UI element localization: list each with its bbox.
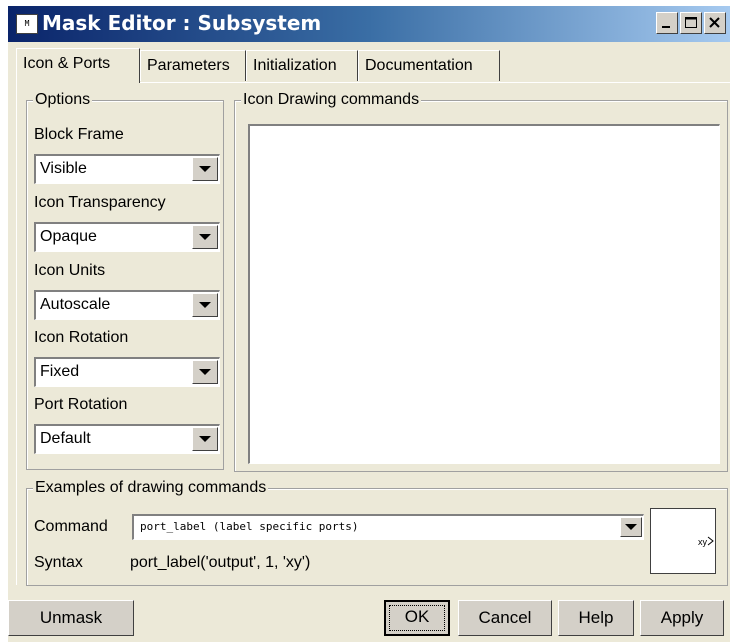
chevron-down-icon [199, 234, 211, 240]
cancel-button[interactable]: Cancel [458, 600, 552, 636]
examples-legend: Examples of drawing commands [33, 479, 269, 497]
tab-documentation[interactable]: Documentation [358, 50, 500, 81]
unmask-button[interactable]: Unmask [8, 600, 134, 636]
icon-units-label: Icon Units [34, 262, 106, 279]
help-button[interactable]: Help [558, 600, 634, 636]
command-select[interactable]: port_label (label specific ports) [132, 514, 644, 540]
icon-units-select[interactable]: Autoscale [34, 290, 220, 320]
chevron-down-icon [199, 302, 211, 308]
ok-button[interactable]: OK [384, 600, 450, 636]
close-button[interactable] [704, 12, 726, 34]
icon-drawing-commands-textarea[interactable] [248, 124, 720, 464]
chevron-down-icon [199, 166, 211, 172]
window-title: Mask Editor : Subsystem [42, 11, 322, 35]
icon-units-dropdown-button[interactable] [192, 293, 218, 317]
maximize-icon [685, 17, 697, 28]
preview-port-label: xy [698, 537, 707, 547]
icon-rotation-value: Fixed [40, 363, 80, 380]
syntax-label: Syntax [34, 554, 83, 571]
port-arrow-icon [707, 536, 714, 546]
mask-editor-window: M Mask Editor : Subsystem Icon & Ports P… [8, 6, 730, 642]
block-frame-dropdown-button[interactable] [192, 157, 218, 181]
icon-units-value: Autoscale [40, 296, 111, 313]
tab-parameters[interactable]: Parameters [140, 50, 246, 81]
close-icon [709, 17, 720, 28]
port-rotation-select[interactable]: Default [34, 424, 220, 454]
icon-drawing-legend: Icon Drawing commands [241, 91, 422, 109]
block-frame-value: Visible [40, 160, 87, 177]
minimize-button[interactable] [656, 12, 678, 34]
chevron-down-icon [199, 369, 211, 375]
app-icon: M [16, 14, 38, 34]
example-preview: xy [650, 508, 716, 574]
port-rotation-dropdown-button[interactable] [192, 427, 218, 451]
options-legend: Options [33, 91, 93, 109]
port-rotation-label: Port Rotation [34, 396, 128, 413]
maximize-button[interactable] [680, 12, 702, 34]
minimize-icon [662, 26, 670, 28]
syntax-value: port_label('output', 1, 'xy') [130, 554, 311, 571]
icon-rotation-select[interactable]: Fixed [34, 357, 220, 387]
icon-transparency-value: Opaque [40, 228, 97, 245]
command-label: Command [34, 518, 108, 535]
chevron-down-icon [199, 436, 211, 442]
title-bar[interactable]: M Mask Editor : Subsystem [8, 6, 730, 42]
icon-transparency-label: Icon Transparency [34, 194, 166, 211]
tab-icon-ports[interactable]: Icon & Ports [16, 48, 140, 83]
tab-initialization[interactable]: Initialization [246, 50, 358, 81]
command-value: port_label (label specific ports) [140, 520, 359, 533]
icon-transparency-dropdown-button[interactable] [192, 225, 218, 249]
icon-rotation-label: Icon Rotation [34, 329, 129, 346]
focus-rectangle [389, 605, 445, 631]
port-rotation-value: Default [40, 430, 91, 447]
chevron-down-icon [625, 524, 637, 530]
apply-button[interactable]: Apply [640, 600, 724, 636]
block-frame-select[interactable]: Visible [34, 154, 220, 184]
block-frame-label: Block Frame [34, 126, 124, 143]
command-dropdown-button[interactable] [620, 517, 642, 537]
icon-transparency-select[interactable]: Opaque [34, 222, 220, 252]
icon-rotation-dropdown-button[interactable] [192, 360, 218, 384]
